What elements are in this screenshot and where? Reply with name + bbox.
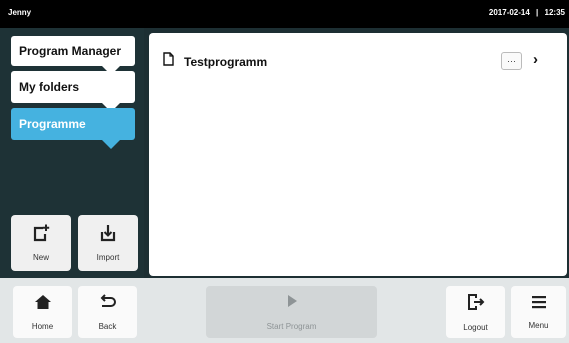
- new-button[interactable]: New: [11, 215, 71, 271]
- more-icon: ···: [507, 56, 516, 66]
- date: 2017-02-14: [488, 8, 530, 17]
- list-item[interactable]: Testprogramm: [163, 52, 267, 71]
- more-options-button[interactable]: ···: [501, 52, 522, 70]
- import-label: Import: [96, 253, 120, 262]
- logout-button[interactable]: Logout: [446, 286, 505, 338]
- user-name: Jenny: [8, 8, 32, 17]
- import-icon: [99, 224, 117, 247]
- time: 12:35: [544, 8, 565, 17]
- date-time: 2017-02-14 | 12:35: [489, 8, 565, 17]
- home-button[interactable]: Home: [13, 286, 72, 338]
- home-label: Home: [31, 321, 54, 331]
- import-button[interactable]: Import: [78, 215, 138, 271]
- bottom-bar: Home Back Start Program Logout Menu: [0, 278, 569, 343]
- back-button[interactable]: Back: [78, 286, 137, 338]
- nav-label: Program Manager: [19, 44, 122, 58]
- menu-button[interactable]: Menu: [511, 286, 566, 338]
- separator: |: [536, 8, 539, 17]
- breadcrumb-arrow: [102, 140, 120, 149]
- menu-icon: [531, 295, 547, 314]
- program-list: Testprogramm ··· ›: [149, 33, 567, 276]
- back-icon: [99, 293, 117, 315]
- menu-label: Menu: [528, 320, 549, 330]
- logout-label: Logout: [463, 322, 488, 332]
- new-file-icon: [32, 224, 50, 247]
- start-program-label: Start Program: [266, 321, 317, 331]
- home-icon: [34, 294, 52, 315]
- nav-label: My folders: [19, 80, 80, 94]
- nav-label: Programme: [19, 117, 86, 131]
- start-program-button[interactable]: Start Program: [206, 286, 377, 338]
- back-label: Back: [98, 321, 117, 331]
- chevron-right-icon[interactable]: ›: [533, 51, 538, 68]
- nav-programme[interactable]: Programme: [11, 108, 135, 140]
- nav-program-manager[interactable]: Program Manager: [11, 36, 135, 66]
- play-icon: [287, 294, 297, 312]
- top-bar: Jenny 2017-02-14 | 12:35: [0, 0, 569, 28]
- item-name: Testprogramm: [184, 54, 268, 69]
- sidebar: Program Manager My folders Programme New…: [0, 28, 144, 284]
- document-icon: [163, 52, 174, 71]
- logout-icon: [467, 293, 485, 316]
- nav-my-folders[interactable]: My folders: [11, 71, 135, 103]
- new-label: New: [32, 253, 49, 262]
